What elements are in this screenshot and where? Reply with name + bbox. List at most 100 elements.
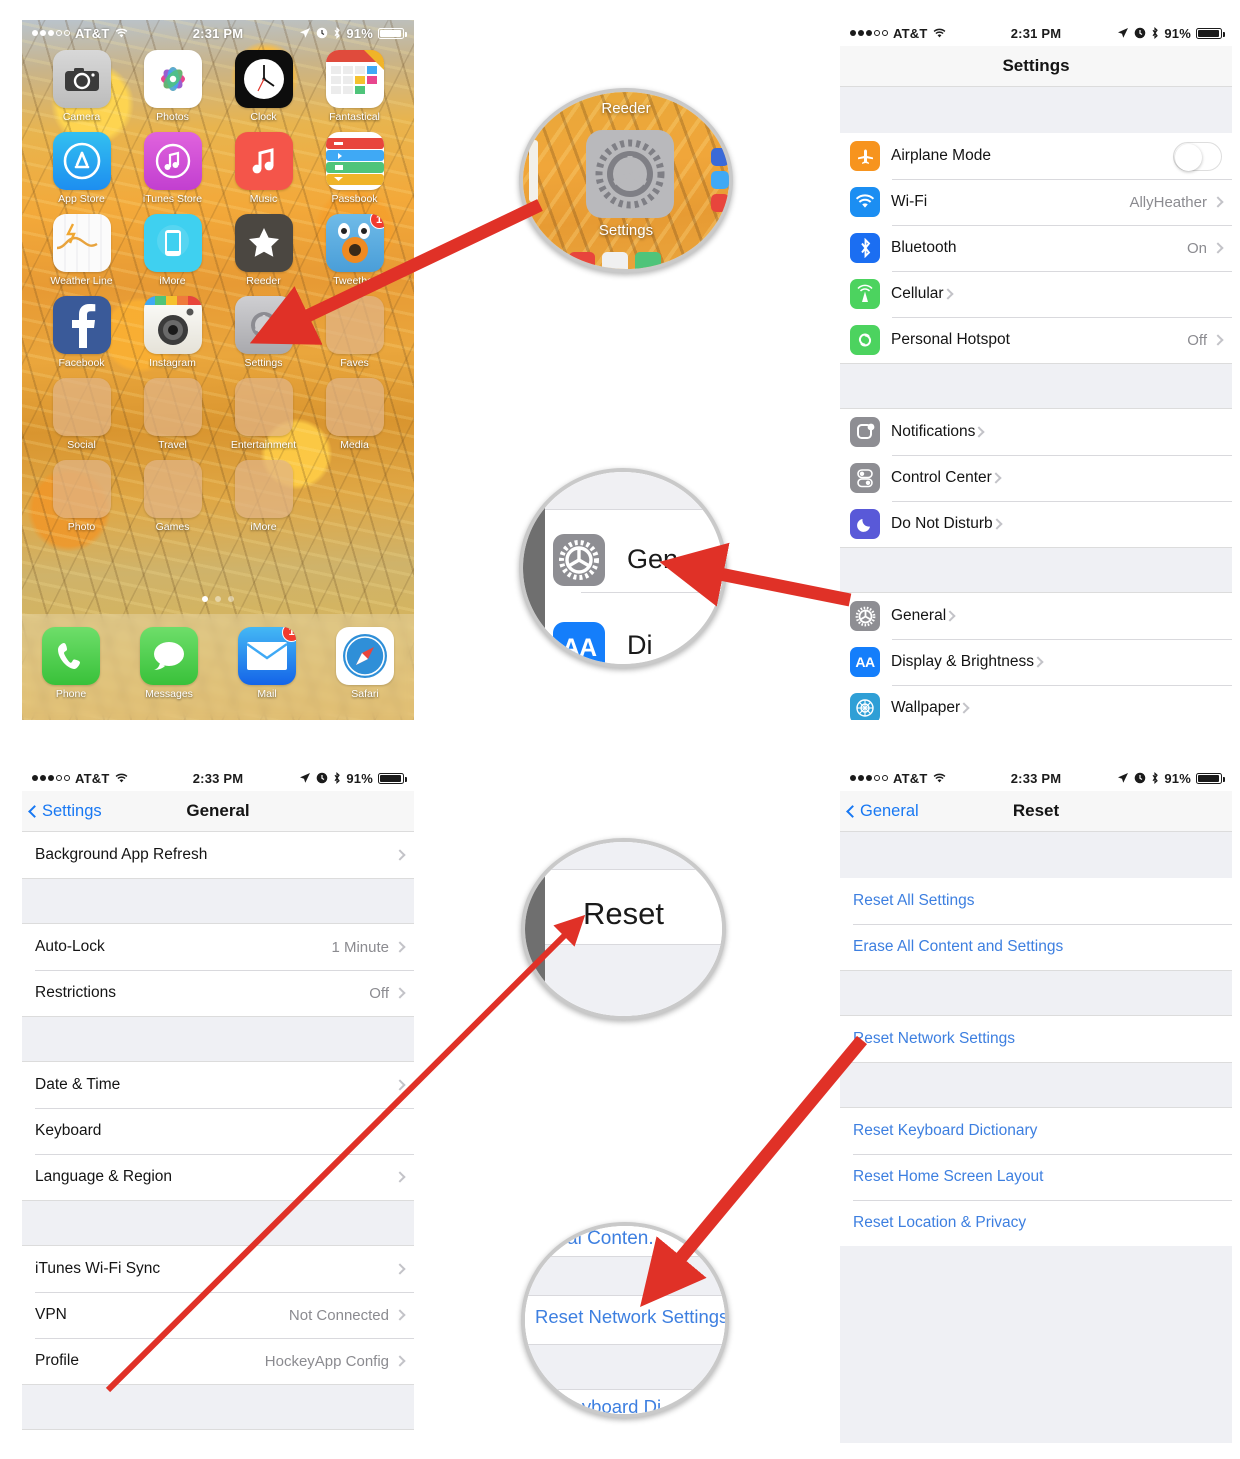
- row-value: Off: [1187, 331, 1207, 349]
- app-label: App Store: [58, 193, 105, 205]
- page-title: Settings: [1002, 56, 1070, 75]
- general-row-reset[interactable]: Reset: [22, 1430, 414, 1443]
- reset-row-reset-keyboard-dictionary[interactable]: Reset Keyboard Dictionary: [840, 1108, 1232, 1154]
- app-fantastical[interactable]: Fantastical: [309, 50, 400, 123]
- general-row-restrictions[interactable]: Restrictions Off: [22, 970, 414, 1016]
- back-button-general[interactable]: General: [840, 802, 919, 821]
- app-instagram[interactable]: Instagram: [127, 296, 218, 369]
- battery-icon: [1196, 772, 1225, 784]
- app-label: Tweetbot: [333, 275, 376, 287]
- row-label: Do Not Disturb: [891, 515, 993, 532]
- app-weather-line[interactable]: Weather Line: [36, 214, 127, 287]
- folder-social[interactable]: Social: [36, 378, 127, 451]
- folder-travel[interactable]: Travel: [127, 378, 218, 451]
- reset-row-erase-all-content[interactable]: Erase All Content and Settings: [840, 924, 1232, 970]
- group-spacer: [22, 878, 414, 924]
- app-tweetbot[interactable]: 1 Tweetbot: [309, 214, 400, 287]
- empty-slot: [309, 460, 400, 533]
- notifications-icon: [850, 417, 880, 447]
- settings-row-wifi[interactable]: Wi-Fi AllyHeather: [840, 179, 1232, 225]
- folder-label: iMore: [250, 521, 277, 533]
- app-music[interactable]: Music: [218, 132, 309, 205]
- dock-app-safari[interactable]: Safari: [336, 626, 394, 700]
- callout-magnifier-reset-row: Reset: [521, 838, 726, 1020]
- row-label: Wi-Fi: [891, 193, 928, 210]
- folder-imore[interactable]: iMore: [218, 460, 309, 533]
- settings-row-wallpaper[interactable]: Wallpaper: [840, 685, 1232, 720]
- app-facebook[interactable]: Facebook: [36, 296, 127, 369]
- app-label: Reeder: [246, 275, 281, 287]
- facebook-icon: [52, 296, 111, 354]
- folder-label: Travel: [158, 439, 187, 451]
- magnifier-label-below: t Keyboard Di: [549, 1396, 662, 1417]
- dock-app-messages[interactable]: Messages: [140, 626, 198, 700]
- gear-icon: [553, 534, 605, 586]
- row-label: iTunes Wi-Fi Sync: [35, 1260, 161, 1277]
- general-row-background-app-refresh[interactable]: Background App Refresh: [22, 832, 414, 878]
- status-bar-general: AT&T 2:33 PM 91%: [22, 765, 414, 791]
- settings-row-airplane-mode[interactable]: Airplane Mode: [840, 133, 1232, 179]
- group-spacer: [840, 547, 1232, 593]
- settings-row-display-brightness[interactable]: AA Display & Brightness: [840, 639, 1232, 685]
- chevron-right-icon: [1212, 334, 1224, 346]
- folder-faves[interactable]: Faves: [309, 296, 400, 369]
- row-value: Not Connected: [288, 1306, 389, 1324]
- reset-row-reset-all-settings[interactable]: Reset All Settings: [840, 878, 1232, 924]
- settings-row-do-not-disturb[interactable]: Do Not Disturb: [840, 501, 1232, 547]
- settings-row-cellular[interactable]: Cellular: [840, 271, 1232, 317]
- reset-row-reset-network-settings[interactable]: Reset Network Settings: [840, 1016, 1232, 1062]
- general-row-language-region[interactable]: Language & Region: [22, 1154, 414, 1200]
- folder-media[interactable]: Media: [309, 378, 400, 451]
- row-label: Reset Location & Privacy: [853, 1214, 1027, 1231]
- settings-row-personal-hotspot[interactable]: Personal Hotspot Off: [840, 317, 1232, 363]
- reset-row-reset-location-privacy[interactable]: Reset Location & Privacy: [840, 1200, 1232, 1246]
- carrier-label: AT&T: [893, 25, 928, 41]
- settings-row-notifications[interactable]: Notifications: [840, 409, 1232, 455]
- folder-label: Photo: [67, 521, 96, 533]
- app-label: Camera: [62, 111, 101, 123]
- airplane-mode-toggle[interactable]: [1173, 141, 1222, 171]
- carrier-label: AT&T: [75, 25, 110, 41]
- row-label: Wallpaper: [891, 699, 961, 716]
- app-reeder[interactable]: Reeder: [218, 214, 309, 287]
- folder-games[interactable]: Games: [127, 460, 218, 533]
- chevron-right-icon: [990, 518, 1003, 530]
- general-row-profile[interactable]: Profile HockeyApp Config: [22, 1338, 414, 1384]
- app-imore[interactable]: iMore: [127, 214, 218, 287]
- chevron-right-icon: [958, 702, 970, 714]
- weather-line-icon: [52, 214, 111, 272]
- status-bar-settings: AT&T 2:31 PM 91%: [840, 20, 1232, 46]
- settings-row-control-center[interactable]: Control Center: [840, 455, 1232, 501]
- dock-app-mail[interactable]: 1 Mail: [238, 626, 296, 700]
- group-spacer: [840, 1062, 1232, 1108]
- general-row-date-time[interactable]: Date & Time: [22, 1062, 414, 1108]
- app-photos[interactable]: Photos: [127, 50, 218, 123]
- carrier-label: AT&T: [893, 770, 928, 786]
- dock-app-phone[interactable]: Phone: [42, 626, 100, 700]
- general-row-vpn[interactable]: VPN Not Connected: [22, 1292, 414, 1338]
- app-app-store[interactable]: App Store: [36, 132, 127, 205]
- folder-entertainment[interactable]: Entertainment: [218, 378, 309, 451]
- app-clock[interactable]: Clock: [218, 50, 309, 123]
- app-settings[interactable]: Settings: [218, 296, 309, 369]
- safari-icon: [336, 626, 394, 685]
- status-bar-home: AT&T 2:31 PM 91%: [22, 20, 414, 46]
- location-arrow-icon: [300, 773, 311, 783]
- app-passbook[interactable]: Passbook: [309, 132, 400, 205]
- instagram-icon: [143, 296, 202, 354]
- bluetooth-icon: [1152, 772, 1159, 784]
- general-row-itunes-wifi-sync[interactable]: iTunes Wi-Fi Sync: [22, 1246, 414, 1292]
- passbook-icon: [325, 132, 384, 190]
- general-row-auto-lock[interactable]: Auto-Lock 1 Minute: [22, 924, 414, 970]
- general-row-keyboard[interactable]: Keyboard: [22, 1108, 414, 1154]
- imore-icon: [143, 214, 202, 272]
- settings-row-general[interactable]: General: [840, 593, 1232, 639]
- app-camera[interactable]: Camera: [36, 50, 127, 123]
- settings-row-bluetooth[interactable]: Bluetooth On: [840, 225, 1232, 271]
- folder-photo[interactable]: Photo: [36, 460, 127, 533]
- chevron-right-icon: [394, 987, 406, 999]
- reset-row-reset-home-screen-layout[interactable]: Reset Home Screen Layout: [840, 1154, 1232, 1200]
- back-button-settings[interactable]: Settings: [22, 802, 102, 821]
- folder-icon: [52, 378, 111, 436]
- app-itunes-store[interactable]: iTunes Store: [127, 132, 218, 205]
